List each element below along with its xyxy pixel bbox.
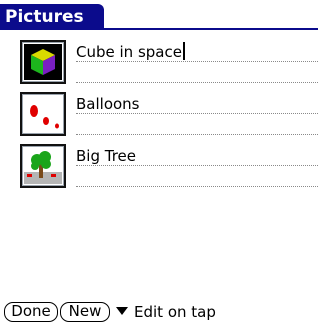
record-title-field[interactable]: Big Tree <box>76 146 136 166</box>
text-line <box>76 134 318 135</box>
balloons-thumbnail[interactable] <box>20 92 66 136</box>
text-line <box>76 165 318 166</box>
done-button[interactable]: Done <box>4 302 58 322</box>
app-title[interactable]: Pictures <box>0 4 104 30</box>
list-item[interactable]: Big Tree <box>20 144 318 192</box>
list-item[interactable]: Cube in space <box>20 40 318 88</box>
title-underline <box>0 28 318 30</box>
text-line <box>76 61 318 62</box>
text-line <box>76 186 318 187</box>
edit-mode-label: Edit on tap <box>134 303 216 321</box>
cube-in-space-thumbnail[interactable] <box>20 40 66 84</box>
record-label: Cube in space <box>76 43 182 61</box>
balloons-icon <box>24 96 62 132</box>
record-title-field[interactable]: Balloons <box>76 94 140 114</box>
new-button[interactable]: New <box>60 302 110 322</box>
record-label: Balloons <box>76 95 140 113</box>
text-line <box>76 82 318 83</box>
list-item[interactable]: Balloons <box>20 92 318 140</box>
record-label: Big Tree <box>76 147 136 165</box>
record-title-field[interactable]: Cube in space <box>76 42 185 62</box>
text-cursor <box>182 42 185 60</box>
popup-triangle-icon <box>116 307 128 315</box>
tree-icon <box>24 148 62 184</box>
big-tree-thumbnail[interactable] <box>20 144 66 188</box>
edit-mode-popup[interactable]: Edit on tap <box>116 302 216 322</box>
text-line <box>76 113 318 114</box>
cube-icon <box>24 44 62 80</box>
